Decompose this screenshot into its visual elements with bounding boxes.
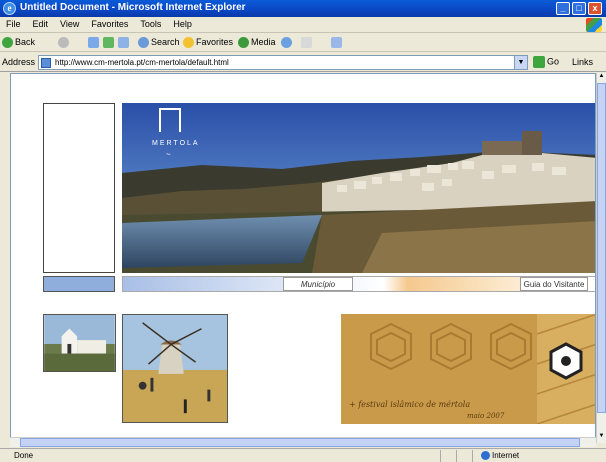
vertical-scroll-thumb[interactable] [597,83,606,413]
go-arrow-icon [533,56,545,68]
go-label: Go [547,56,560,67]
menu-tools[interactable]: Tools [134,17,167,29]
scroll-up-icon[interactable]: ▲ [597,73,606,82]
menu-favorites[interactable]: Favorites [85,17,134,29]
vertical-scrollbar[interactable]: ▲ ▼ [596,73,606,443]
back-button[interactable]: Back [15,37,35,47]
maximize-button[interactable]: □ [572,2,586,15]
favorites-button[interactable]: Favorites [196,37,233,47]
menu-view[interactable]: View [54,17,85,29]
history-icon[interactable] [281,37,292,48]
chapel-photo[interactable] [43,314,116,372]
festival-banner[interactable]: + festival islâmico de mértola maio 2007 [341,314,595,424]
back-arrow-icon[interactable] [2,37,13,48]
windows-flag-icon [586,18,602,32]
links-button[interactable]: Links [572,57,593,67]
window-title: Untitled Document - Microsoft Internet E… [20,2,246,13]
menu-file[interactable]: File [0,17,27,29]
ie-logo-icon: e [3,2,16,15]
title-bar: e Untitled Document - Microsoft Internet… [0,0,606,17]
scroll-down-icon[interactable]: ▼ [597,433,606,442]
status-divider [472,450,473,462]
address-bar: Address http://www.cm-mertola.pt/cm-mert… [0,53,606,72]
status-divider [456,450,457,462]
left-nav-bar [43,276,115,292]
standard-toolbar: Back Search Favorites Media [0,34,606,52]
status-bar: Done Internet [0,448,606,462]
home-icon[interactable] [118,37,129,48]
horizontal-scrollbar[interactable] [10,437,596,447]
menu-edit[interactable]: Edit [27,17,55,29]
status-text: Done [14,451,34,460]
media-button[interactable]: Media [251,37,276,47]
page-content: MERTOLA ~ Município Guia do Visitante + … [10,73,596,443]
horizontal-scroll-thumb[interactable] [20,438,580,447]
minimize-button[interactable]: _ [556,2,570,15]
media-icon[interactable] [238,37,249,48]
internet-globe-icon [481,451,490,460]
guia-visitante-button[interactable]: Guia do Visitante [520,277,588,291]
address-url[interactable]: http://www.cm-mertola.pt/cm-mertola/defa… [55,58,229,67]
browser-window: e Untitled Document - Microsoft Internet… [0,0,606,462]
logo-text: MERTOLA [152,140,200,147]
page-icon [41,58,51,68]
logo-wave-icon: ~ [166,150,171,159]
left-placeholder-box [43,103,115,273]
status-divider [440,450,441,462]
menu-help[interactable]: Help [167,17,198,29]
address-input[interactable]: http://www.cm-mertola.pt/cm-mertola/defa… [38,55,528,70]
mertola-logo-icon[interactable] [159,108,181,132]
stop-icon[interactable] [88,37,99,48]
forward-arrow-icon[interactable] [58,37,69,48]
close-button[interactable]: x [588,2,602,15]
refresh-icon[interactable] [103,37,114,48]
print-icon[interactable] [331,37,342,48]
address-dropdown-icon[interactable]: ▼ [514,56,527,69]
windmill-photo[interactable] [122,314,228,423]
menu-bar: File Edit View Favorites Tools Help [0,17,606,33]
search-button[interactable]: Search [151,37,180,47]
festival-title: + festival islâmico de mértola [349,400,471,409]
mertola-panorama-photo [122,103,595,273]
search-icon[interactable] [138,37,149,48]
municipio-button[interactable]: Município [283,277,353,291]
security-zone: Internet [492,451,520,460]
festival-date: maio 2007 [467,412,505,420]
go-button[interactable]: Go [533,56,559,68]
mail-icon[interactable] [301,37,312,48]
favorites-star-icon[interactable] [183,37,194,48]
address-label: Address [2,57,36,67]
